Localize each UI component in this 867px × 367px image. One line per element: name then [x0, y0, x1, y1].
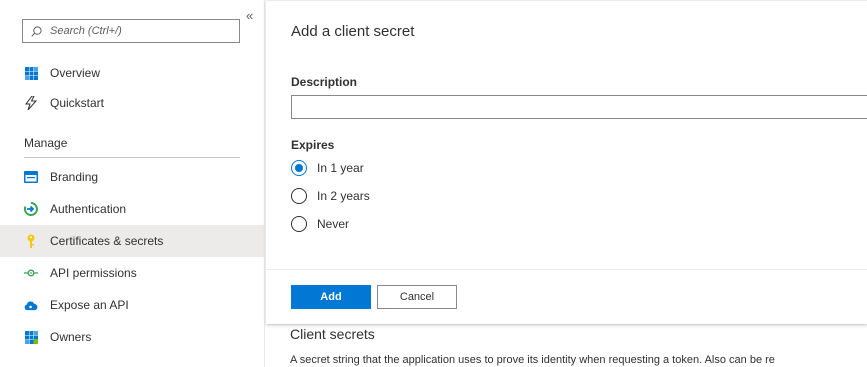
sidebar-item-expose-api[interactable]: Expose an API: [0, 289, 264, 321]
radio-label: In 2 years: [317, 189, 370, 203]
sidebar-item-label: Overview: [50, 66, 101, 80]
add-button[interactable]: Add: [291, 285, 371, 309]
sidebar-item-label: Branding: [50, 170, 99, 184]
panel-title: Add a client secret: [291, 23, 415, 40]
sidebar-item-label: API permissions: [50, 266, 137, 280]
section-title-manage: Manage: [24, 136, 68, 150]
description-input[interactable]: [291, 95, 867, 119]
api-permissions-icon: [24, 266, 38, 280]
quickstart-lightning-icon: [24, 96, 38, 110]
expires-option-never[interactable]: Never: [291, 216, 349, 232]
authentication-icon: [24, 202, 38, 216]
radio-button-checked[interactable]: [291, 160, 307, 176]
owners-grid-icon: [24, 330, 38, 344]
sidebar-item-overview[interactable]: Overview: [0, 57, 264, 89]
sidebar-item-certificates-secrets[interactable]: Certificates & secrets: [0, 225, 264, 257]
sidebar-item-owners[interactable]: Owners: [0, 321, 264, 353]
expires-label: Expires: [291, 138, 335, 152]
sidebar-item-branding[interactable]: Branding: [0, 161, 264, 193]
add-client-secret-panel: Add a client secret Description Expires …: [266, 0, 867, 324]
radio-label: In 1 year: [317, 161, 364, 175]
radio-button[interactable]: [291, 188, 307, 204]
branding-icon: [24, 170, 38, 184]
description-label: Description: [291, 75, 358, 89]
sidebar-item-quickstart[interactable]: Quickstart: [0, 87, 264, 119]
client-secrets-heading: Client secrets: [290, 326, 375, 342]
sidebar-item-authentication[interactable]: Authentication: [0, 193, 264, 225]
client-secrets-description: A secret string that the application use…: [290, 354, 775, 366]
sidebar-item-label: Owners: [50, 330, 92, 344]
radio-button[interactable]: [291, 216, 307, 232]
overview-grid-icon: [24, 66, 38, 80]
section-divider: [24, 157, 240, 158]
sidebar-item-label: Quickstart: [50, 96, 105, 110]
key-icon: [24, 234, 38, 248]
collapse-sidebar-icon[interactable]: «: [246, 9, 253, 22]
cloud-icon: [24, 298, 38, 312]
expires-option-2-years[interactable]: In 2 years: [291, 188, 370, 204]
radio-label: Never: [317, 217, 350, 231]
sidebar: « Overview Quickstart Manage Branding Au…: [0, 0, 265, 367]
search-icon: [31, 25, 42, 37]
sidebar-item-api-permissions[interactable]: API permissions: [0, 257, 264, 289]
footer-divider: [266, 269, 867, 270]
search-box[interactable]: [22, 19, 240, 43]
expires-option-1-year[interactable]: In 1 year: [291, 160, 364, 176]
sidebar-item-label: Authentication: [50, 202, 127, 216]
search-input[interactable]: [50, 25, 230, 37]
sidebar-item-label: Expose an API: [50, 298, 129, 312]
sidebar-item-label: Certificates & secrets: [50, 234, 164, 248]
cancel-button[interactable]: Cancel: [377, 285, 457, 309]
